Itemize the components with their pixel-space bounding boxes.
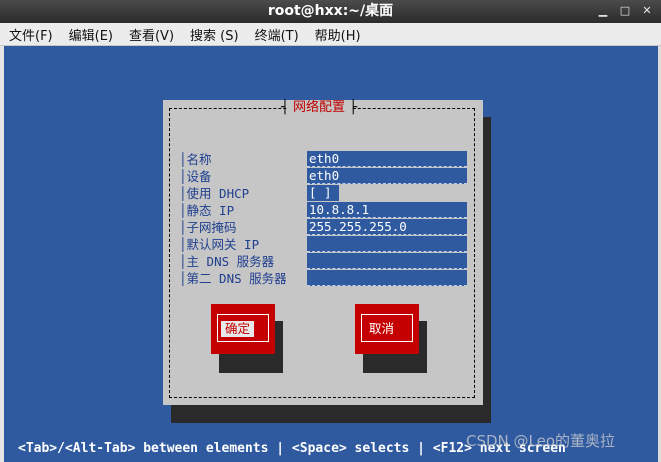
secondary-dns-input[interactable]	[307, 270, 467, 286]
minimize-icon[interactable]: ▁	[595, 3, 611, 19]
window-title: root@hxx:~/桌面	[267, 3, 394, 19]
label-gateway: │默认网关 IP	[179, 237, 260, 252]
label-primary-dns: │主 DNS 服务器	[179, 254, 275, 269]
static-ip-input[interactable]	[307, 202, 467, 218]
label-static-ip: │静态 IP	[179, 203, 235, 218]
cancel-button-label: 取消	[369, 321, 395, 336]
close-icon[interactable]: ✕	[639, 3, 655, 19]
watermark: CSDN @Leo的董奥拉	[466, 432, 616, 450]
menu-edit[interactable]: 编辑(E)	[60, 25, 120, 44]
label-secondary-dns: │第二 DNS 服务器	[179, 271, 287, 286]
gateway-input[interactable]	[307, 236, 467, 252]
cancel-button[interactable]: 取消	[355, 304, 419, 354]
ok-button-label: 确定	[221, 321, 255, 337]
dialog-title: 网络配置	[281, 100, 357, 116]
menu-view[interactable]: 查看(V)	[120, 25, 181, 44]
terminal-window: root@hxx:~/桌面 ▁ □ ✕ 文件(F) 编辑(E) 查看(V) 搜索…	[0, 0, 661, 462]
menu-terminal[interactable]: 终端(T)	[246, 25, 306, 44]
window-controls: ▁ □ ✕	[595, 3, 655, 20]
label-netmask: │子网掩码	[179, 220, 237, 235]
maximize-icon[interactable]: □	[617, 3, 633, 19]
label-name: │名称	[179, 152, 212, 167]
netmask-input[interactable]	[307, 219, 467, 235]
primary-dns-input[interactable]	[307, 253, 467, 269]
menu-search[interactable]: 搜索 (S)	[181, 25, 246, 44]
label-dhcp: │使用 DHCP	[179, 186, 250, 201]
ok-button[interactable]: 确定	[211, 304, 275, 354]
menu-bar: 文件(F) 编辑(E) 查看(V) 搜索 (S) 终端(T) 帮助(H)	[0, 23, 661, 46]
network-config-dialog: 网络配置 │名称 │设备 │使用 DHCP │静态 IP │子网掩码 │默认网关…	[163, 100, 483, 405]
dhcp-checkbox[interactable]: [ ]	[307, 185, 339, 201]
device-input[interactable]	[307, 168, 467, 184]
menu-help[interactable]: 帮助(H)	[306, 25, 368, 44]
title-bar: root@hxx:~/桌面 ▁ □ ✕	[0, 0, 661, 23]
menu-file[interactable]: 文件(F)	[0, 25, 60, 44]
label-device: │设备	[179, 169, 212, 184]
name-input[interactable]	[307, 151, 467, 167]
